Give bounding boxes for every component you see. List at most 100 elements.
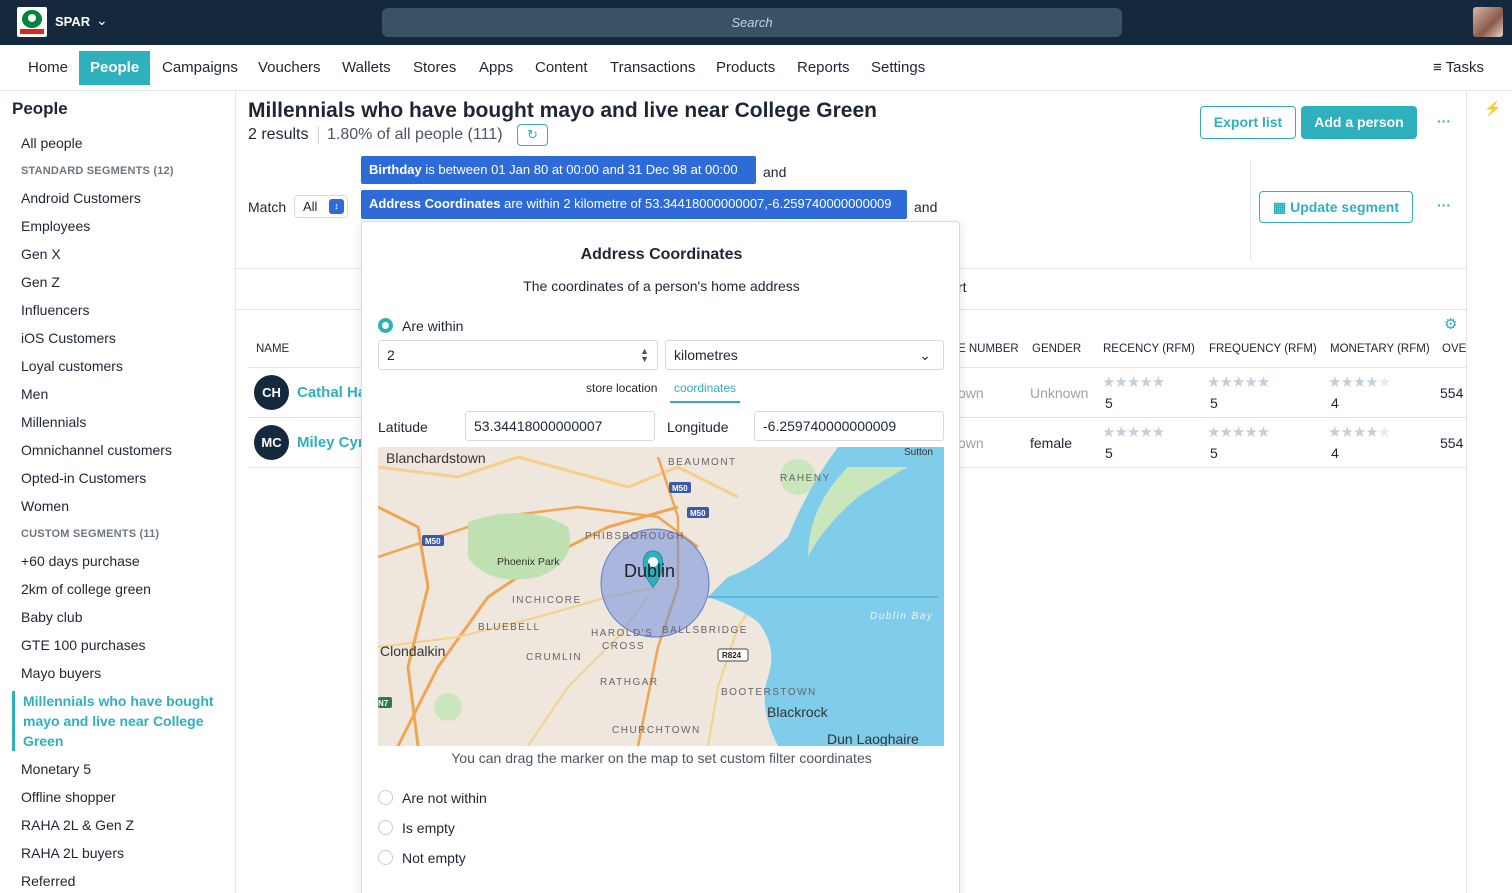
recency-stars: ★★★★★ — [1102, 374, 1165, 391]
segment-more-icon[interactable]: ··· — [1437, 197, 1451, 213]
cell-overall: 554 — [1440, 385, 1464, 401]
update-segment-button[interactable]: ▦ Update segment — [1259, 191, 1413, 223]
and-label: and — [763, 164, 787, 180]
nav-products[interactable]: Products — [705, 51, 786, 85]
latitude-input[interactable]: 53.34418000000007 — [465, 411, 655, 441]
map[interactable]: Blanchardstown BEAUMONT RAHENY Sutton PH… — [378, 447, 944, 746]
person-name-link[interactable]: Cathal Ha — [297, 384, 366, 401]
map-label: BOOTERSTOWN — [721, 687, 817, 698]
sidebar-item[interactable]: Women — [21, 498, 69, 514]
sidebar-item[interactable]: Loyal customers — [21, 358, 123, 374]
col-header-monetary[interactable]: MONETARY (RFM) — [1330, 343, 1430, 355]
spar-logo[interactable] — [17, 7, 47, 37]
refresh-icon: ↻ — [527, 127, 538, 142]
sidebar-item[interactable]: Offline shopper — [21, 789, 116, 805]
lightning-icon[interactable]: ⚡ — [1484, 100, 1501, 117]
longitude-input[interactable]: -6.259740000000009 — [754, 411, 944, 441]
radio-not-empty[interactable] — [378, 850, 393, 865]
chevron-down-icon[interactable]: ⌄ — [96, 12, 108, 29]
more-options-icon[interactable]: ··· — [1437, 113, 1451, 129]
sidebar-item[interactable]: Monetary 5 — [21, 761, 91, 777]
person-name-link[interactable]: Miley Cyr — [297, 434, 364, 451]
unit-select[interactable]: kilometres ⌄ — [665, 340, 944, 370]
radio-label: Are not within — [402, 790, 487, 806]
col-header-gender[interactable]: GENDER — [1032, 343, 1081, 355]
sidebar-item[interactable]: RAHA 2L & Gen Z — [21, 817, 134, 833]
map-label: N7 — [378, 699, 389, 708]
nav-wallets[interactable]: Wallets — [331, 51, 402, 85]
distance-input[interactable]: 2 ▲ ▼ — [378, 340, 658, 370]
map-canvas[interactable]: Blanchardstown BEAUMONT RAHENY Sutton PH… — [378, 447, 944, 746]
sidebar-item[interactable]: Opted-in Customers — [21, 470, 146, 486]
nav-stores[interactable]: Stores — [402, 51, 467, 85]
nav-home[interactable]: Home — [17, 51, 79, 85]
map-hint: You can drag the marker on the map to se… — [451, 750, 872, 766]
col-header-overall[interactable]: OVE — [1442, 343, 1466, 355]
nav-people[interactable]: People — [79, 51, 151, 85]
nav-campaigns[interactable]: Campaigns — [151, 51, 249, 85]
map-label: M50 — [690, 509, 706, 518]
sidebar-item[interactable]: Baby club — [21, 609, 82, 625]
tab-store-location[interactable]: store location — [586, 381, 657, 395]
tasks-label: Tasks — [1445, 59, 1484, 76]
map-label: M50 — [672, 484, 688, 493]
sidebar-item[interactable]: Mayo buyers — [21, 665, 101, 681]
sidebar-item[interactable]: Men — [21, 386, 48, 402]
sidebar-item-active[interactable]: Millennials who have bought mayo and liv… — [12, 691, 222, 751]
user-avatar[interactable] — [1473, 7, 1503, 37]
sidebar-item[interactable]: iOS Customers — [21, 330, 116, 346]
map-label: Phoenix Park — [497, 556, 560, 568]
nav-reports[interactable]: Reports — [786, 51, 861, 85]
filter-chip-birthday[interactable]: Birthday is between 01 Jan 80 at 00:00 a… — [361, 156, 756, 184]
results-percent: 1.80% of all people (111) — [318, 126, 503, 144]
radio-are-within[interactable] — [378, 318, 393, 333]
refresh-button[interactable]: ↻ — [517, 124, 548, 146]
sidebar-item[interactable]: Employees — [21, 218, 90, 234]
nav-transactions[interactable]: Transactions — [599, 51, 706, 85]
divider — [1250, 160, 1251, 260]
export-list-button[interactable]: Export list — [1200, 106, 1296, 139]
main-nav: Home People Campaigns Vouchers Wallets S… — [0, 45, 1512, 91]
sidebar-item-all-people[interactable]: All people — [21, 135, 83, 151]
search-input[interactable]: Search — [382, 8, 1122, 37]
col-header-name[interactable]: NAME — [256, 343, 289, 355]
frequency-stars: ★★★★★ — [1207, 424, 1270, 441]
sidebar-item[interactable]: Referred — [21, 873, 75, 889]
sidebar-item[interactable]: Omnichannel customers — [21, 442, 172, 458]
col-header-frequency[interactable]: FREQUENCY (RFM) — [1209, 343, 1317, 355]
nav-apps[interactable]: Apps — [468, 51, 524, 85]
gear-icon[interactable]: ⚙ — [1444, 315, 1457, 333]
sidebar-item[interactable]: Android Customers — [21, 190, 141, 206]
sidebar-item[interactable]: Millennials — [21, 414, 86, 430]
chevron-down-icon: ⌄ — [919, 347, 931, 363]
col-header-phone[interactable]: E NUMBER — [958, 343, 1019, 355]
results-count: 2 results — [248, 126, 309, 143]
stepper-icon[interactable]: ▲ ▼ — [640, 347, 649, 364]
col-header-recency[interactable]: RECENCY (RFM) — [1103, 343, 1195, 355]
sidebar-item[interactable]: Gen X — [21, 246, 61, 262]
match-select[interactable]: All ↕ — [294, 195, 348, 218]
sidebar-item[interactable]: GTE 100 purchases — [21, 637, 146, 653]
org-name[interactable]: SPAR — [55, 14, 90, 29]
map-label: INCHICORE — [512, 595, 582, 606]
filter-chip-address[interactable]: Address Coordinates are within 2 kilomet… — [361, 190, 907, 219]
sidebar-item[interactable]: 2km of college green — [21, 581, 151, 597]
sidebar-item[interactable]: RAHA 2L buyers — [21, 845, 124, 861]
add-person-button[interactable]: Add a person — [1301, 106, 1417, 139]
nav-settings[interactable]: Settings — [860, 51, 936, 85]
nav-vouchers[interactable]: Vouchers — [247, 51, 332, 85]
sidebar-item[interactable]: Gen Z — [21, 274, 60, 290]
radio-are-not-within[interactable] — [378, 790, 393, 805]
chip-condition: are within 2 kilometre of 53.34418000000… — [500, 196, 892, 211]
tab-coordinates[interactable]: coordinates — [670, 381, 741, 403]
sidebar-item[interactable]: Influencers — [21, 302, 89, 318]
radio-label: Not empty — [402, 850, 466, 866]
longitude-label: Longitude — [667, 419, 729, 435]
unit-value: kilometres — [674, 347, 738, 363]
nav-content[interactable]: Content — [524, 51, 599, 85]
sidebar-item[interactable]: +60 days purchase — [21, 553, 140, 569]
map-label: Dun Laoghaire — [827, 731, 919, 746]
map-label: Blanchardstown — [386, 450, 486, 466]
radio-is-empty[interactable] — [378, 820, 393, 835]
tasks-button[interactable]: ≡ Tasks — [1433, 59, 1484, 76]
